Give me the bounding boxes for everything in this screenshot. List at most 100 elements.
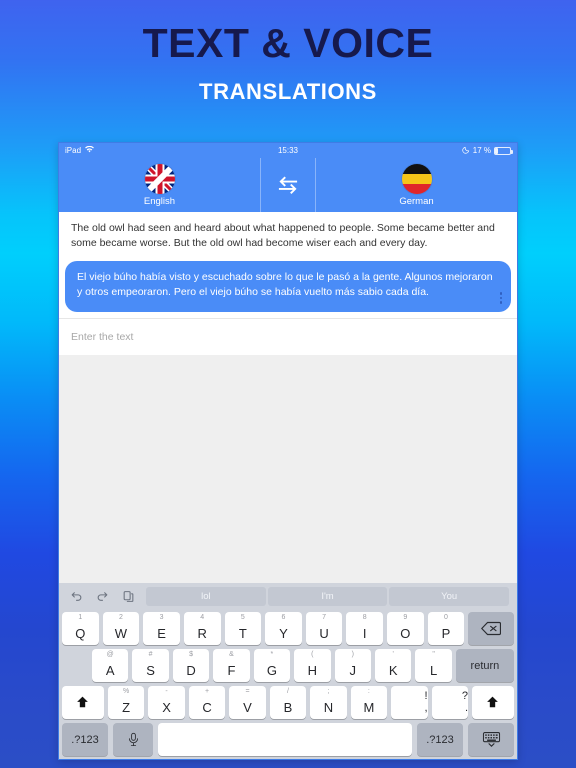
undo-icon[interactable]: [70, 590, 83, 603]
status-time: 15:33: [277, 146, 299, 155]
key-question-period[interactable]: ? .: [431, 686, 468, 719]
key-j[interactable]: ) J: [334, 649, 371, 682]
key-n[interactable]: ; N: [310, 686, 347, 719]
key-h[interactable]: (H: [294, 649, 331, 682]
key-l[interactable]: " L: [415, 649, 452, 682]
key-s[interactable]: # S: [132, 649, 169, 682]
key-space[interactable]: [158, 723, 412, 756]
backspace-icon: [481, 621, 502, 636]
key-alt-label: 8: [362, 614, 367, 621]
key-y[interactable]: 6Y: [265, 612, 302, 645]
key-label: M: [363, 700, 375, 715]
key-label: T: [238, 626, 247, 641]
translated-text-bubble[interactable]: El viejo búho había visto y escuchado so…: [65, 260, 511, 312]
key-alt-label: $: [189, 651, 193, 658]
key-g[interactable]: * G: [253, 649, 291, 682]
key-b[interactable]: / B: [269, 686, 307, 719]
key-alt-label: 0: [443, 614, 448, 621]
source-language-label: English: [143, 195, 176, 207]
key-hide-keyboard[interactable]: [468, 723, 514, 756]
key-r[interactable]: 4R: [183, 612, 221, 645]
language-selector-bar: English German: [59, 158, 517, 212]
key-w[interactable]: 2W: [102, 612, 140, 645]
key-i[interactable]: 8I: [346, 612, 383, 645]
key-o[interactable]: 9O: [387, 612, 424, 645]
key-u[interactable]: 7U: [305, 612, 343, 645]
key-return[interactable]: return: [455, 649, 515, 682]
hide-keyboard-icon: [482, 732, 500, 748]
key-d[interactable]: $ D: [172, 649, 210, 682]
key-label: J: [349, 663, 356, 678]
shift-icon: [487, 696, 499, 708]
paste-icon[interactable]: [122, 590, 135, 603]
key-e[interactable]: 3E: [143, 612, 180, 645]
key-numeric-left[interactable]: .?123: [62, 723, 108, 756]
text-input-field[interactable]: Enter the text: [59, 317, 517, 355]
source-language-button[interactable]: English: [59, 158, 260, 212]
key-alt-label: 4: [200, 614, 205, 621]
key-a[interactable]: @ A: [92, 649, 129, 682]
battery-percent-label: 17 %: [472, 146, 491, 155]
key-exclamation-comma[interactable]: ! ,: [391, 686, 428, 719]
key-v[interactable]: = V: [229, 686, 266, 719]
source-text-message[interactable]: The old owl had seen and heard about wha…: [59, 212, 517, 261]
promo-title: TEXT & VOICE: [142, 20, 434, 66]
key-dictation[interactable]: [113, 723, 153, 756]
key-t[interactable]: 5T: [224, 612, 262, 645]
key-shift-left[interactable]: [62, 686, 104, 719]
wifi-icon: [85, 145, 94, 155]
key-x[interactable]: -X: [148, 686, 185, 719]
key-label: O: [400, 626, 411, 641]
key-f[interactable]: & F: [213, 649, 250, 682]
moon-icon: [462, 146, 470, 156]
key-p[interactable]: 0P: [427, 612, 465, 645]
key-label: V: [243, 700, 252, 715]
key-label: W: [114, 626, 128, 641]
target-language-button[interactable]: German: [316, 158, 517, 212]
suggestion-item[interactable]: You: [389, 586, 510, 606]
translated-text: El viejo búho había visto y escuchado so…: [77, 270, 493, 298]
promo-headline: TEXT & VOICE TRANSLATIONS: [0, 20, 576, 105]
key-numeric-right[interactable]: .?123: [417, 723, 463, 756]
key-q[interactable]: 1Q: [62, 612, 99, 645]
key-label: N: [323, 700, 334, 715]
key-label: I: [362, 626, 367, 641]
key-c[interactable]: + C: [188, 686, 226, 719]
key-shift-right[interactable]: [472, 686, 514, 719]
key-alt-label: 6: [281, 614, 286, 621]
suggestion-item[interactable]: I'm: [267, 586, 388, 606]
flag-uk-icon: [144, 163, 175, 194]
key-alt-label: 9: [403, 614, 408, 621]
key-label: D: [186, 663, 196, 678]
key-alt-label: @: [106, 651, 114, 658]
keyboard-row-1: 1Q 2W 3E 4R 5T 6Y 7U 8I 9O 0P: [62, 612, 515, 645]
redo-icon[interactable]: [96, 590, 109, 603]
row2-spacer: [62, 649, 88, 682]
key-m[interactable]: :M: [350, 686, 388, 719]
key-label: Z: [122, 700, 131, 715]
target-language-label: German: [399, 195, 434, 207]
swap-languages-button[interactable]: [260, 158, 316, 212]
key-label: U: [319, 626, 329, 641]
key-alt-label: +: [205, 688, 210, 695]
key-label: Q: [75, 626, 86, 641]
key-backspace[interactable]: [468, 612, 515, 645]
key-z[interactable]: % Z: [107, 686, 145, 719]
key-alt-label: /: [286, 688, 289, 695]
keyboard-row-3: % Z -X + C = V / B ; N :M ! , ? .: [62, 686, 514, 719]
swap-arrows-icon: [278, 176, 298, 194]
key-label: H: [307, 663, 318, 678]
keyboard-row-bottom: .?123 .?123: [62, 723, 514, 756]
keyboard-row-2: @ A # S $ D & F * G (H ) J ' K " L return: [62, 649, 515, 682]
suggestion-item[interactable]: lol: [146, 586, 266, 606]
empty-content-area: [59, 354, 517, 583]
key-alt-label: 5: [240, 614, 245, 621]
kebab-menu-icon[interactable]: [499, 292, 502, 304]
status-device-label: iPad: [65, 146, 82, 155]
key-k[interactable]: ' K: [374, 649, 412, 682]
shift-icon: [77, 696, 89, 708]
onscreen-keyboard: lol I'm You 1Q 2W 3E 4R 5T 6Y 7U 8I 9O 0…: [59, 583, 517, 759]
key-label: A: [105, 663, 115, 678]
microphone-icon: [128, 732, 138, 747]
suggestion-bar: lol I'm You: [62, 586, 514, 608]
